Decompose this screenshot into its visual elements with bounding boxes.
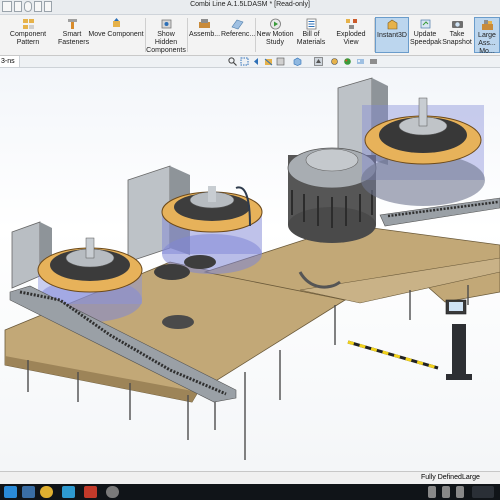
show-hidden-label-2: Components [146, 47, 186, 54]
new-motion-study-label-2: Study [266, 39, 284, 46]
outlook-icon[interactable] [62, 486, 75, 498]
feature-manager-tab[interactable]: 3-ns [0, 56, 20, 67]
section-view-icon[interactable] [264, 57, 273, 66]
move-component-button[interactable]: Move Component [88, 17, 144, 53]
zoom-to-area-icon[interactable] [240, 57, 249, 66]
explorer-icon[interactable] [22, 486, 35, 498]
assembly-features-label: Assemb... [188, 31, 221, 38]
move-component-label: Move Component [88, 31, 144, 38]
hmi-base [446, 374, 472, 380]
hmi-pedestal [452, 324, 466, 376]
star-wheel-1 [154, 264, 190, 280]
component-pattern-button[interactable]: Component Pattern [0, 17, 56, 53]
dynamic-annotation-icon[interactable] [276, 57, 285, 66]
rotary-right-column [418, 97, 428, 127]
windows-start-icon[interactable] [4, 486, 17, 498]
show-hidden-icon [161, 19, 171, 29]
edit-appearance-icon[interactable] [343, 57, 352, 66]
assembly-model [4, 77, 500, 460]
tray-clock-icon[interactable] [472, 486, 494, 498]
instant3d-label: Instant3D [377, 32, 407, 39]
tray-battery-icon[interactable] [456, 486, 464, 498]
bill-of-materials-label-2: Materials [296, 39, 326, 46]
chrome-icon[interactable] [40, 486, 53, 498]
fastener-icon [67, 19, 77, 29]
window-title: Combi Line A.1.5LDASM * [Read-only] [190, 1, 310, 8]
pattern-icon [22, 19, 34, 29]
apply-scene-icon[interactable] [356, 57, 365, 66]
command-manager-ribbon: Component Pattern Smart Fasteners Move C… [0, 15, 500, 56]
reference-geometry-label: Referenc... [221, 31, 256, 38]
large-assembly-icon [481, 20, 493, 30]
instant3d-button[interactable]: Instant3D [375, 17, 409, 53]
exploded-view-icon [345, 19, 357, 29]
status-bar: Fully Defined Large Asse... [0, 471, 500, 493]
zoom-to-fit-icon[interactable] [228, 57, 237, 66]
document-tab-row: 3-ns [0, 56, 500, 68]
motion-study-icon [269, 18, 281, 30]
blow-molder-cap [305, 148, 359, 172]
bill-of-materials-label-1: Bill of [302, 31, 320, 38]
new-motion-study-button[interactable]: New Motion Study [256, 17, 294, 53]
status-definition: Fully Defined [421, 474, 462, 481]
exploded-view-button[interactable]: Exploded View [328, 17, 374, 53]
assembly-features-button[interactable]: Assemb... [188, 17, 221, 53]
large-assembly-label-2: Mo... [479, 48, 495, 55]
cabinet-left [11, 221, 41, 289]
update-speedpak-label-1: Update [413, 31, 437, 38]
exploded-view-label: Exploded View [336, 31, 366, 46]
graphics-area[interactable] [0, 68, 500, 471]
new-motion-study-label-1: New Motion [256, 31, 294, 38]
assembly-features-icon [199, 19, 210, 28]
instant3d-icon [387, 19, 397, 30]
display-style-icon[interactable] [314, 57, 323, 66]
show-hidden-label-1: Show Hidden [154, 31, 178, 46]
smart-fasteners-button[interactable]: Smart Fasteners [58, 17, 90, 53]
speedpak-icon [420, 19, 430, 29]
filler-mid-column [208, 186, 216, 202]
app-icon[interactable] [106, 486, 119, 498]
filler-left-column [85, 237, 95, 259]
large-assembly-mode-button[interactable]: Large Ass... Mo... [474, 17, 500, 55]
star-wheel-3 [162, 315, 194, 329]
taskbar [0, 484, 500, 500]
update-speedpak-label-2: Speedpak [410, 39, 442, 46]
take-snapshot-button[interactable]: Take Snapshot [441, 17, 473, 53]
bom-icon [306, 18, 316, 30]
star-wheel-2 [184, 255, 216, 269]
view-orientation-icon[interactable] [293, 57, 302, 66]
view-settings-icon[interactable] [369, 57, 378, 66]
camera-icon [451, 21, 463, 28]
move-icon [112, 18, 120, 27]
update-speedpak-button[interactable]: Update Speedpak [410, 17, 442, 53]
previous-view-icon[interactable] [252, 57, 261, 66]
hmi-display [449, 302, 463, 311]
reference-geometry-button[interactable]: Referenc... [221, 17, 256, 53]
title-bar: Combi Line A.1.5LDASM * [Read-only] [0, 0, 500, 15]
tray-volume-icon[interactable] [442, 486, 450, 498]
reference-geometry-icon [231, 19, 244, 30]
hide-show-items-icon[interactable] [330, 57, 339, 66]
bill-of-materials-button[interactable]: Bill of Materials [295, 17, 327, 53]
take-snapshot-label-1: Take [449, 31, 465, 38]
show-hidden-components-button[interactable]: Show Hidden Components [146, 17, 186, 54]
smart-fasteners-label-1: Smart [62, 31, 82, 38]
solidworks-icon[interactable] [84, 486, 97, 498]
smart-fasteners-label-2: Fasteners [58, 39, 90, 46]
take-snapshot-label-2: Snapshot [442, 39, 472, 46]
component-pattern-label: Component Pattern [9, 31, 47, 46]
large-assembly-label-1: Large Ass... [478, 32, 496, 47]
tray-network-icon[interactable] [428, 486, 436, 498]
